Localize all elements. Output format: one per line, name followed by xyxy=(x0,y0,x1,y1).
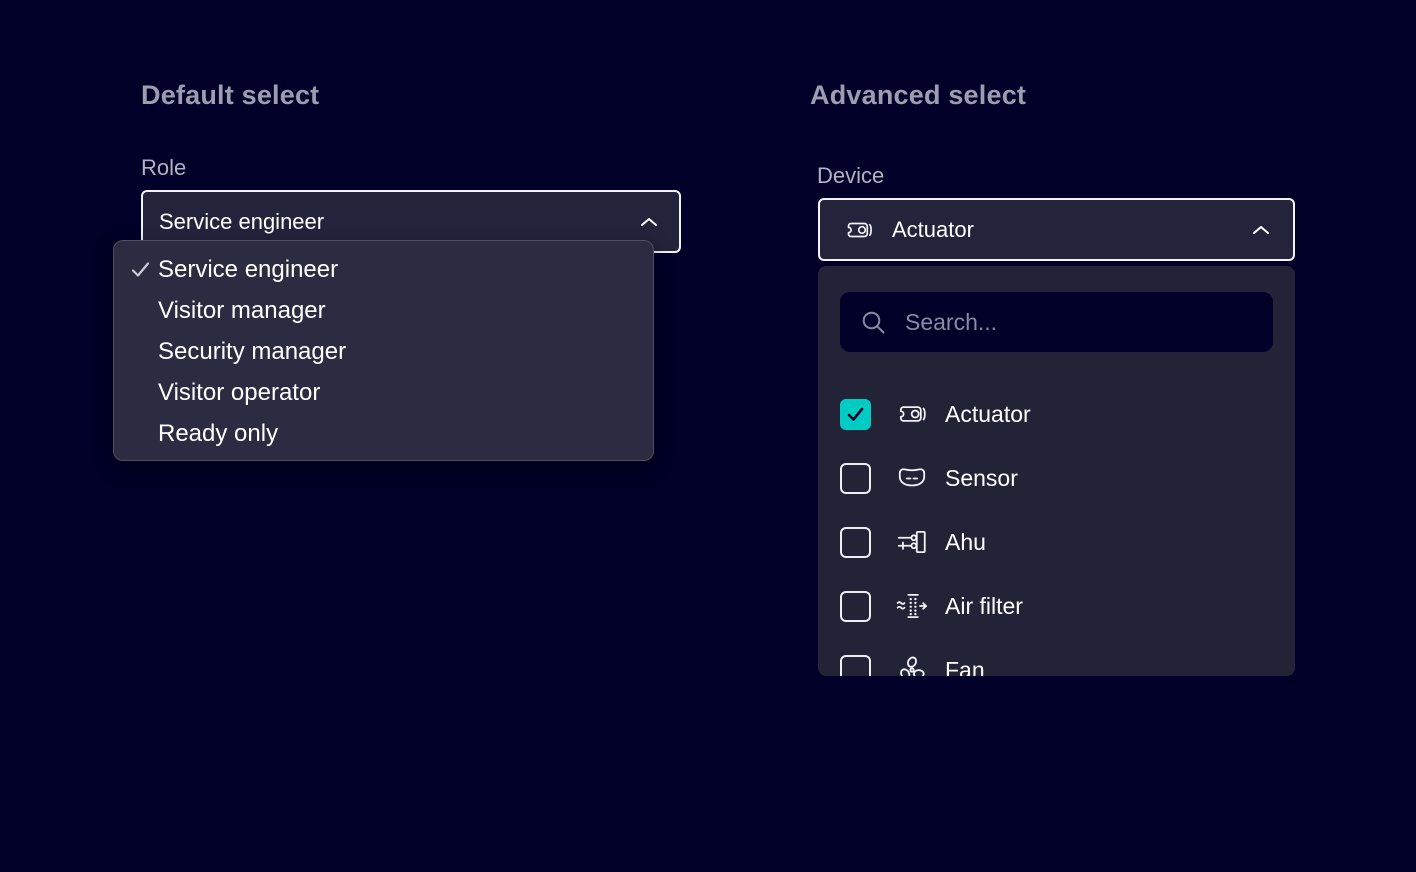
check-icon xyxy=(846,406,865,423)
role-option[interactable]: Visitor manager xyxy=(114,290,653,331)
device-option-row[interactable]: Sensor xyxy=(840,446,1273,510)
role-options-menu: Service engineer Visitor manager Securit… xyxy=(113,240,654,461)
device-options-list: Actuator Sensor xyxy=(840,382,1273,676)
device-label: Device xyxy=(817,163,884,189)
actuator-icon xyxy=(895,397,929,431)
search-icon xyxy=(860,309,887,336)
device-option-row[interactable]: Ahu xyxy=(840,510,1273,574)
device-option-label: Fan xyxy=(945,657,985,677)
device-option-row[interactable]: Air filter xyxy=(840,574,1273,638)
role-select-value: Service engineer xyxy=(159,209,639,235)
role-label: Role xyxy=(141,155,186,181)
device-option-row[interactable]: Actuator xyxy=(840,382,1273,446)
checkbox[interactable] xyxy=(840,527,871,558)
device-search[interactable] xyxy=(840,292,1273,352)
actuator-icon xyxy=(840,214,878,246)
checkbox[interactable] xyxy=(840,463,871,494)
role-option[interactable]: Ready only xyxy=(114,413,653,454)
checkbox[interactable] xyxy=(840,591,871,622)
checkbox[interactable] xyxy=(840,399,871,430)
device-option-label: Sensor xyxy=(945,465,1018,492)
chevron-up-icon xyxy=(639,216,659,228)
role-option-label: Ready only xyxy=(158,420,278,448)
air-filter-icon xyxy=(895,589,929,623)
device-option-label: Actuator xyxy=(945,401,1031,428)
advanced-select-title: Advanced select xyxy=(810,80,1026,111)
role-option[interactable]: Visitor operator xyxy=(114,372,653,413)
role-option-label: Service engineer xyxy=(158,256,338,284)
role-option-label: Visitor operator xyxy=(158,379,320,407)
sensor-icon xyxy=(895,461,929,495)
device-option-row[interactable]: Fan xyxy=(840,638,1273,676)
device-search-input[interactable] xyxy=(903,308,1257,337)
default-select-title: Default select xyxy=(141,80,319,111)
device-dropdown-panel: Actuator Sensor xyxy=(818,266,1295,676)
role-option-label: Security manager xyxy=(158,338,346,366)
role-option[interactable]: Security manager xyxy=(114,331,653,372)
device-select-value: Actuator xyxy=(892,217,1251,243)
checkbox[interactable] xyxy=(840,655,871,677)
device-select[interactable]: Actuator xyxy=(818,198,1295,261)
fan-icon xyxy=(895,653,929,676)
role-option[interactable]: Service engineer xyxy=(114,249,653,290)
device-option-label: Ahu xyxy=(945,529,986,556)
device-option-label: Air filter xyxy=(945,593,1023,620)
role-option-label: Visitor manager xyxy=(158,297,326,325)
chevron-up-icon xyxy=(1251,224,1271,236)
check-icon xyxy=(130,260,158,279)
ahu-icon xyxy=(895,525,929,559)
